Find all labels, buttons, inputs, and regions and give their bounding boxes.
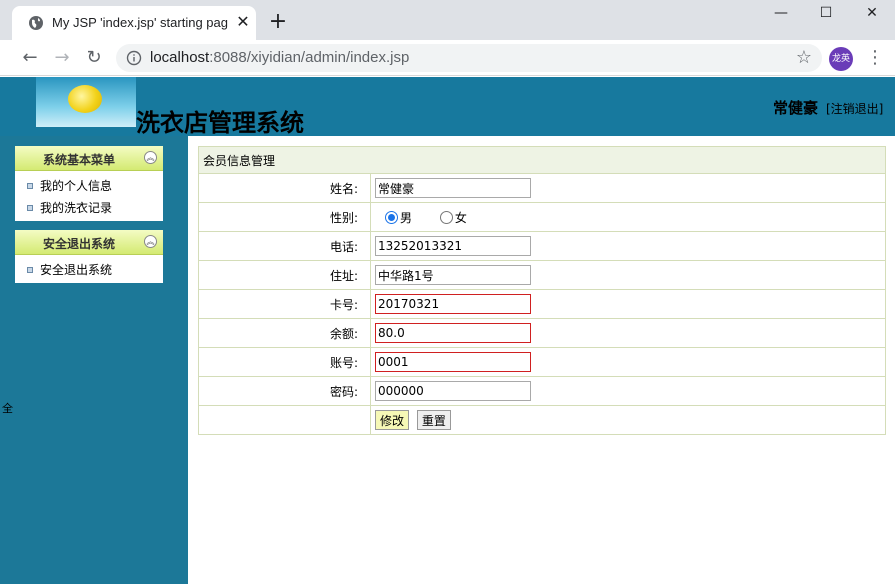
reset-button[interactable]: 重置 (416, 410, 451, 430)
name-input[interactable] (375, 178, 531, 198)
form-row-card: 卡号: (198, 289, 886, 319)
balance-input[interactable] (375, 323, 531, 343)
phone-input[interactable] (375, 236, 531, 256)
field-label: 账号: (198, 347, 371, 377)
gender-male-option[interactable]: 男 (385, 209, 412, 226)
bookmark-star-icon[interactable]: ☆ (796, 47, 812, 69)
logout-link[interactable]: [注销退出] (826, 100, 883, 117)
form-row-address: 住址: (198, 260, 886, 290)
page-header: 洗衣店管理系统 常健豪 [注销退出] (0, 77, 895, 137)
sidebar: 系统基本菜单 ︽ 我的个人信息 我的洗衣记录 安全退出系统 ︽ 安全退出系统 全 (0, 136, 188, 584)
form-row-account: 账号: (198, 347, 886, 377)
new-tab-icon[interactable]: + (268, 11, 288, 33)
password-input[interactable] (375, 381, 531, 401)
field-label: 卡号: (198, 289, 371, 319)
collapse-up-icon[interactable]: ︽ (144, 235, 157, 248)
sidebar-item-label: 我的个人信息 (40, 179, 113, 193)
sidebar-item-label: 安全退出系统 (40, 263, 113, 277)
bullet-icon (27, 205, 33, 211)
back-icon[interactable]: ← (18, 46, 42, 70)
close-tab-icon[interactable]: ✕ (234, 13, 252, 31)
panel-title: 安全退出系统 (42, 237, 115, 251)
bullet-icon (27, 267, 33, 273)
browser-titlebar: My JSP 'index.jsp' starting page ✕ + — ☐… (0, 0, 895, 40)
sidebar-item-my-info[interactable]: 我的个人信息 (15, 175, 163, 197)
account-input[interactable] (375, 352, 531, 372)
sidebar-item-safe-logout[interactable]: 安全退出系统 (15, 259, 163, 281)
modify-button[interactable]: 修改 (375, 410, 410, 430)
url-text[interactable]: localhost:8088/xiyidian/admin/index.jsp (150, 49, 409, 66)
bullet-icon (27, 183, 33, 189)
url-host: localhost (150, 49, 210, 66)
clipped-text-fragment: 全 (2, 402, 13, 415)
url-path: :8088/xiyidian/admin/index.jsp (209, 49, 410, 66)
address-bar[interactable]: localhost:8088/xiyidian/admin/index.jsp … (116, 44, 822, 72)
form-row-password: 密码: (198, 376, 886, 406)
form-row-balance: 余额: (198, 318, 886, 348)
form-row-name: 姓名: (198, 173, 886, 203)
tab-title: My JSP 'index.jsp' starting page (52, 15, 228, 30)
form-row-phone: 电话: (198, 231, 886, 261)
address-input[interactable] (375, 265, 531, 285)
radio-label: 男 (400, 210, 413, 225)
main-content: 会员信息管理 姓名: 性别: 男 女 电话: 住址: 卡号 (188, 136, 895, 584)
browser-tab[interactable]: My JSP 'index.jsp' starting page ✕ (12, 6, 256, 40)
form-row-actions: 修改 重置 (198, 405, 886, 435)
sidebar-item-laundry-records[interactable]: 我的洗衣记录 (15, 197, 163, 219)
panel-title: 系统基本菜单 (42, 153, 115, 167)
form-caption: 会员信息管理 (198, 146, 886, 174)
logo-sun-image (36, 77, 136, 127)
radio-male[interactable] (385, 210, 398, 224)
field-label: 密码: (198, 376, 371, 406)
current-user-name: 常健豪 (773, 99, 819, 117)
profile-avatar[interactable]: 龙英 (829, 47, 853, 71)
card-number-input[interactable] (375, 294, 531, 314)
field-label: 性别: (198, 202, 371, 232)
gender-female-option[interactable]: 女 (439, 209, 467, 226)
radio-female[interactable] (439, 210, 453, 224)
minimize-icon[interactable]: — (758, 0, 804, 28)
field-label: 住址: (198, 260, 371, 290)
sidebar-item-label: 我的洗衣记录 (40, 201, 113, 215)
panel-header[interactable]: 系统基本菜单 ︽ (15, 146, 163, 171)
member-info-form: 会员信息管理 姓名: 性别: 男 女 电话: 住址: 卡号 (198, 146, 886, 435)
sidebar-panel-logout: 安全退出系统 ︽ 安全退出系统 (15, 230, 163, 283)
field-label: 姓名: (198, 173, 371, 203)
form-row-gender: 性别: 男 女 (198, 202, 886, 232)
window-close-icon[interactable]: ✕ (849, 0, 895, 28)
reload-icon[interactable]: ↻ (82, 46, 106, 70)
forward-icon[interactable]: → (50, 46, 74, 70)
maximize-icon[interactable]: ☐ (803, 0, 849, 28)
system-title: 洗衣店管理系统 (136, 109, 304, 137)
panel-header[interactable]: 安全退出系统 ︽ (15, 230, 163, 255)
field-label: 电话: (198, 231, 371, 261)
globe-icon (29, 16, 43, 30)
info-icon[interactable] (126, 50, 142, 66)
field-label: 余额: (198, 318, 371, 348)
radio-label: 女 (454, 210, 467, 225)
collapse-up-icon[interactable]: ︽ (144, 151, 157, 164)
sun-icon (68, 85, 102, 113)
sidebar-panel-basic-menu: 系统基本菜单 ︽ 我的个人信息 我的洗衣记录 (15, 146, 163, 221)
browser-menu-icon[interactable]: ⋮ (866, 48, 884, 70)
browser-toolbar: ← → ↻ localhost:8088/xiyidian/admin/inde… (0, 40, 895, 76)
